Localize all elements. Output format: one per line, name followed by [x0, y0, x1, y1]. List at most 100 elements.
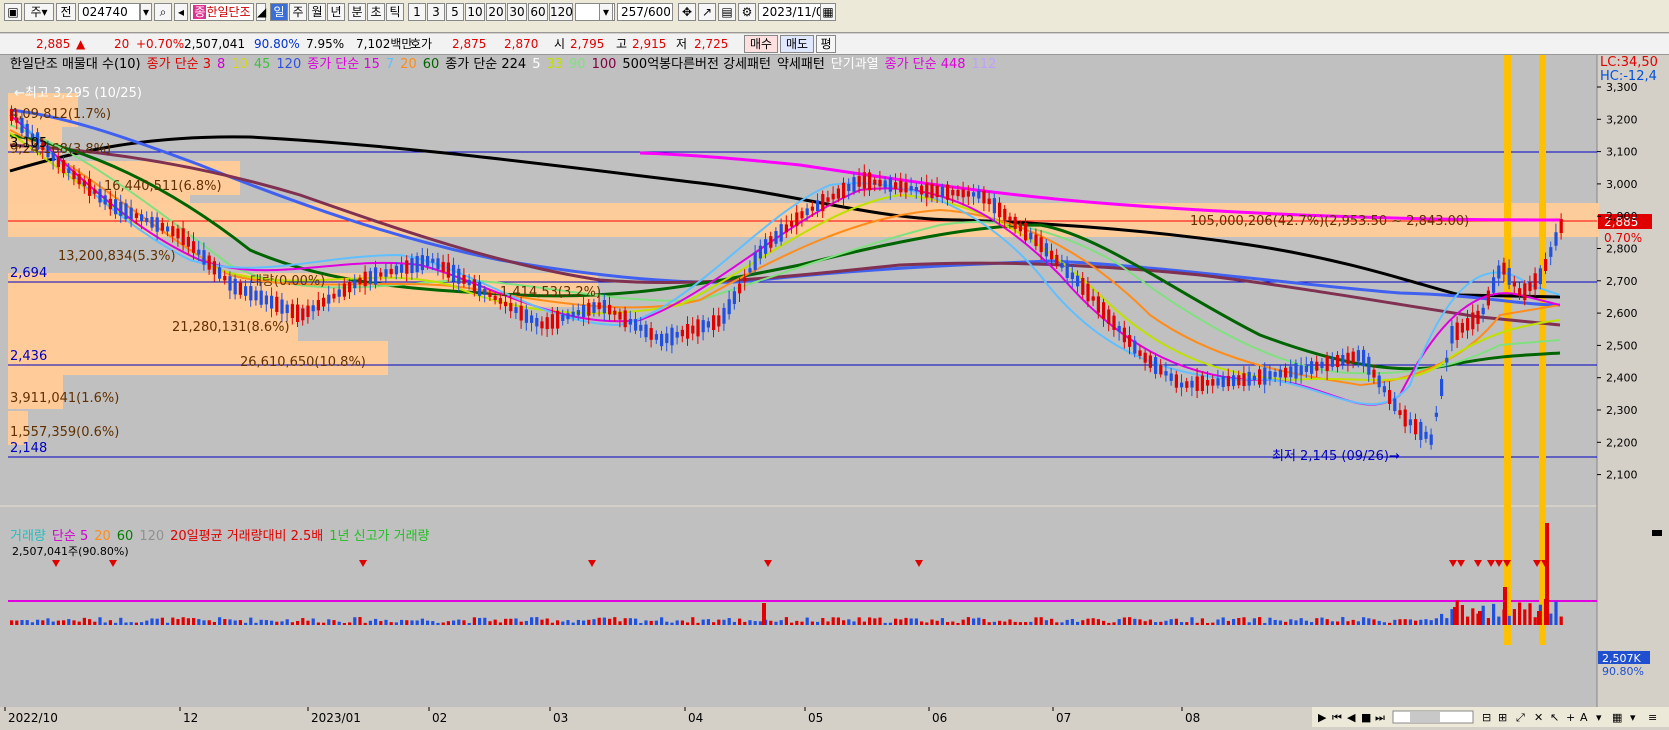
- minute-3[interactable]: 3: [427, 3, 445, 21]
- candle-body: [550, 314, 554, 329]
- volume-bar: [457, 619, 461, 625]
- interval-month[interactable]: 월: [308, 3, 326, 21]
- candle-body: [1081, 277, 1085, 295]
- legend-item: 단순 5: [52, 529, 88, 544]
- code-dropdown-icon[interactable]: ▾: [140, 3, 152, 21]
- fit-icon[interactable]: ⤢: [1516, 711, 1525, 724]
- speaker-icon[interactable]: ◂: [174, 3, 188, 21]
- add-icon[interactable]: +: [1566, 711, 1575, 724]
- volume-bar: [1559, 616, 1563, 625]
- calendar-icon[interactable]: ▦: [820, 3, 836, 21]
- scrollbar-thumb[interactable]: [1410, 712, 1440, 722]
- volume-bar: [176, 619, 180, 625]
- high-annotation: ←최고 3,295 (10/25): [14, 86, 142, 101]
- interval-second[interactable]: 초: [367, 3, 385, 21]
- crosshair-icon[interactable]: ✕: [1534, 711, 1543, 724]
- volume-bar: [1195, 622, 1199, 625]
- minute-1[interactable]: 1: [408, 3, 426, 21]
- volume-bar: [925, 622, 929, 625]
- price-legend: 한일단조 매물대 수(10) 종가 단순 3 8 10 45 120 종가 단순 15 7 20…: [10, 57, 996, 72]
- volume-bar: [587, 619, 591, 625]
- volume-bar: [748, 620, 752, 625]
- candle-body: [1169, 373, 1173, 381]
- candle-body: [649, 328, 653, 340]
- volume-bar: [940, 618, 944, 625]
- candle-body: [1216, 378, 1220, 386]
- minute-5[interactable]: 5: [446, 3, 464, 21]
- low-label: 저: [676, 37, 688, 51]
- minute-60[interactable]: 60: [528, 3, 548, 21]
- zoom-out-icon[interactable]: ⊟: [1482, 711, 1491, 724]
- candle-body: [1356, 350, 1360, 362]
- layout-icon[interactable]: ▣: [4, 3, 22, 21]
- volume-bar: [1169, 619, 1173, 625]
- candle-body: [644, 324, 648, 338]
- stop-icon[interactable]: ■: [1361, 711, 1371, 724]
- candle-body: [67, 168, 71, 174]
- grid-icon[interactable]: ▦: [1612, 711, 1622, 724]
- text-tool-icon[interactable]: A: [1580, 711, 1588, 724]
- evaluate-button[interactable]: 평: [816, 35, 836, 53]
- minute-20[interactable]: 20: [486, 3, 506, 21]
- candle-body: [1549, 247, 1553, 257]
- save-icon[interactable]: ▤: [718, 3, 736, 21]
- draw-tool-icon[interactable]: ↗: [698, 3, 716, 21]
- interval-year[interactable]: 년: [327, 3, 345, 21]
- volume-bar: [197, 619, 201, 625]
- candle-body: [566, 313, 570, 320]
- panel-handle-icon[interactable]: [1652, 530, 1662, 536]
- page-count-field[interactable]: 257/600: [617, 3, 673, 21]
- minute-120[interactable]: 120: [549, 3, 573, 21]
- volume-bar: [1216, 619, 1220, 625]
- trade-amount: 7,102백만: [356, 37, 413, 51]
- more-icon[interactable]: ▾: [1630, 711, 1636, 724]
- chart-area[interactable]: 한일단조 매물대 수(10) 종가 단순 3 8 10 45 120 종가 단순 15 7 20…: [0, 55, 1669, 727]
- interval-tick[interactable]: 틱: [386, 3, 404, 21]
- candle-body: [639, 324, 643, 331]
- candle-body: [1050, 250, 1054, 260]
- volume-bar: [1055, 622, 1059, 625]
- volume-bar: [290, 622, 294, 625]
- stock-name-dropdown-icon[interactable]: ◢: [256, 3, 266, 21]
- buy-button[interactable]: 매수: [744, 35, 778, 53]
- volume-bar: [452, 620, 456, 625]
- candle-body: [1466, 318, 1470, 331]
- prev-page-icon[interactable]: ◀: [1347, 711, 1356, 724]
- zoom-in-icon[interactable]: ⊞: [1498, 711, 1507, 724]
- arrow-icon[interactable]: ↖: [1550, 711, 1559, 724]
- turnover-pct: 7.95%: [306, 37, 345, 51]
- candle-body: [1434, 412, 1438, 417]
- dropdown-icon[interactable]: ▾: [1596, 711, 1602, 724]
- interval-week[interactable]: 주: [289, 3, 307, 21]
- price-axis-label: 2,500: [1606, 339, 1638, 352]
- period-select[interactable]: 주▾: [24, 3, 54, 21]
- volume-bar: [244, 622, 248, 625]
- prev-button[interactable]: 전: [56, 3, 76, 21]
- minute-30[interactable]: 30: [507, 3, 527, 21]
- scroll-right-icon[interactable]: ▶: [1318, 711, 1327, 724]
- sell-button[interactable]: 매도: [780, 35, 814, 53]
- interval-minute[interactable]: 분: [348, 3, 366, 21]
- candle-body: [264, 295, 268, 305]
- search-icon[interactable]: ⌕: [154, 3, 172, 21]
- settings-gear-icon[interactable]: ⚙: [738, 3, 756, 21]
- stock-chart-svg[interactable]: 한일단조 매물대 수(10) 종가 단순 3 8 10 45 120 종가 단순 15 7 20…: [0, 55, 1669, 727]
- volume-bar: [296, 620, 300, 625]
- custom-interval-dropdown-icon[interactable]: ▾: [599, 3, 613, 21]
- interval-day[interactable]: 일: [270, 3, 288, 21]
- volume-bar: [93, 621, 97, 625]
- candle-body: [1003, 208, 1007, 220]
- first-page-icon[interactable]: ⏮: [1332, 711, 1342, 724]
- stock-name-field[interactable]: 종한일단조: [190, 3, 254, 21]
- zoom-icon[interactable]: ✥: [678, 3, 696, 21]
- next-page-icon[interactable]: ⏭: [1375, 711, 1385, 724]
- quote-bar: 2,885 ▲ 20 +0.70% 2,507,041 90.80% 7.95%…: [0, 34, 1669, 55]
- menu-icon[interactable]: ≡: [1648, 711, 1657, 724]
- minute-10[interactable]: 10: [465, 3, 485, 21]
- volume-bar: [935, 620, 939, 625]
- volume-bar: [384, 619, 388, 625]
- candle-body: [405, 260, 409, 274]
- volume-bar: [1122, 617, 1126, 625]
- stock-code-input[interactable]: 024740: [78, 3, 140, 21]
- candle-body: [992, 198, 996, 214]
